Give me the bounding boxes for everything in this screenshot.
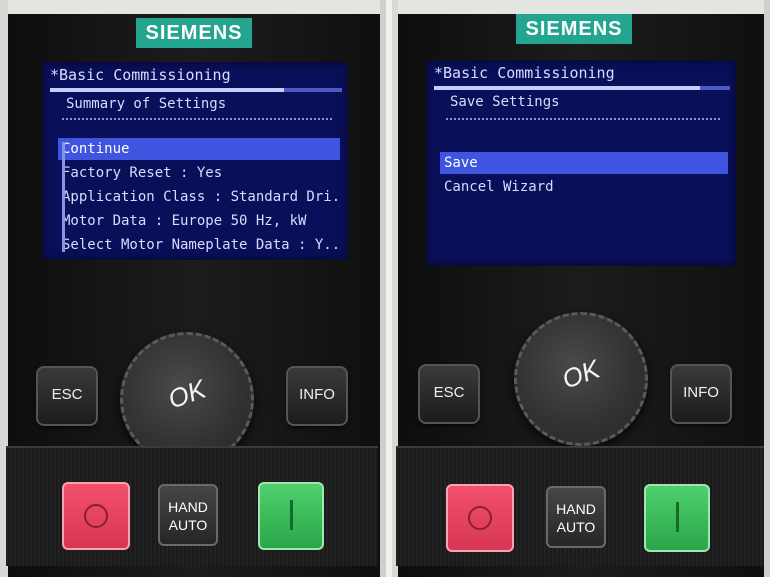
ok-knob[interactable]: OK	[514, 312, 648, 446]
dotted-separator	[446, 118, 720, 120]
hand-label: HAND	[556, 501, 596, 517]
info-button[interactable]: INFO	[670, 364, 732, 424]
menu-item-factory-reset[interactable]: Factory Reset : Yes	[58, 162, 340, 184]
control-area: HAND AUTO	[6, 446, 378, 566]
info-button[interactable]: INFO	[286, 366, 348, 426]
display-screen: *Basic Commissioning Summary of Settings…	[42, 62, 348, 260]
hand-label: HAND	[168, 499, 208, 515]
menu-item-motor-nameplate[interactable]: Select Motor Nameplate Data : Y..	[58, 234, 340, 256]
screen-subtitle: Save Settings	[450, 94, 560, 110]
auto-label: AUTO	[556, 519, 596, 535]
control-area: HAND AUTO	[396, 446, 764, 566]
off-button[interactable]	[446, 484, 514, 552]
wizard-progress-bar	[50, 88, 342, 92]
hand-auto-button[interactable]: HAND AUTO	[158, 484, 218, 546]
on-button[interactable]	[258, 482, 324, 550]
screen-title: *Basic Commissioning	[434, 64, 615, 82]
operator-panel-right: SIEMENS *Basic Commissioning Save Settin…	[392, 0, 770, 577]
display-screen: *Basic Commissioning Save Settings Save …	[426, 60, 736, 266]
operator-panel-left: SIEMENS *Basic Commissioning Summary of …	[0, 0, 386, 577]
screen-title: *Basic Commissioning	[50, 66, 231, 84]
hand-auto-button[interactable]: HAND AUTO	[546, 486, 606, 548]
menu-item-motor-data[interactable]: Motor Data : Europe 50 Hz, kW	[58, 210, 340, 232]
menu-item-cancel-wizard[interactable]: Cancel Wizard	[440, 176, 728, 198]
siemens-logo: SIEMENS	[136, 18, 252, 48]
auto-label: AUTO	[168, 517, 208, 533]
esc-button[interactable]: ESC	[36, 366, 98, 426]
on-button[interactable]	[644, 484, 710, 552]
siemens-logo: SIEMENS	[516, 14, 632, 44]
dotted-separator	[62, 118, 332, 120]
menu-item-save[interactable]: Save	[440, 152, 728, 174]
ok-label: OK	[558, 353, 604, 395]
off-button[interactable]	[62, 482, 130, 550]
menu-item-continue[interactable]: Continue	[58, 138, 340, 160]
screen-subtitle: Summary of Settings	[66, 96, 227, 112]
wizard-progress-bar	[434, 86, 730, 90]
ok-label: OK	[164, 373, 210, 415]
menu-item-application-class[interactable]: Application Class : Standard Dri..	[58, 186, 340, 208]
list-scroll-indicator	[62, 142, 65, 252]
esc-button[interactable]: ESC	[418, 364, 480, 424]
